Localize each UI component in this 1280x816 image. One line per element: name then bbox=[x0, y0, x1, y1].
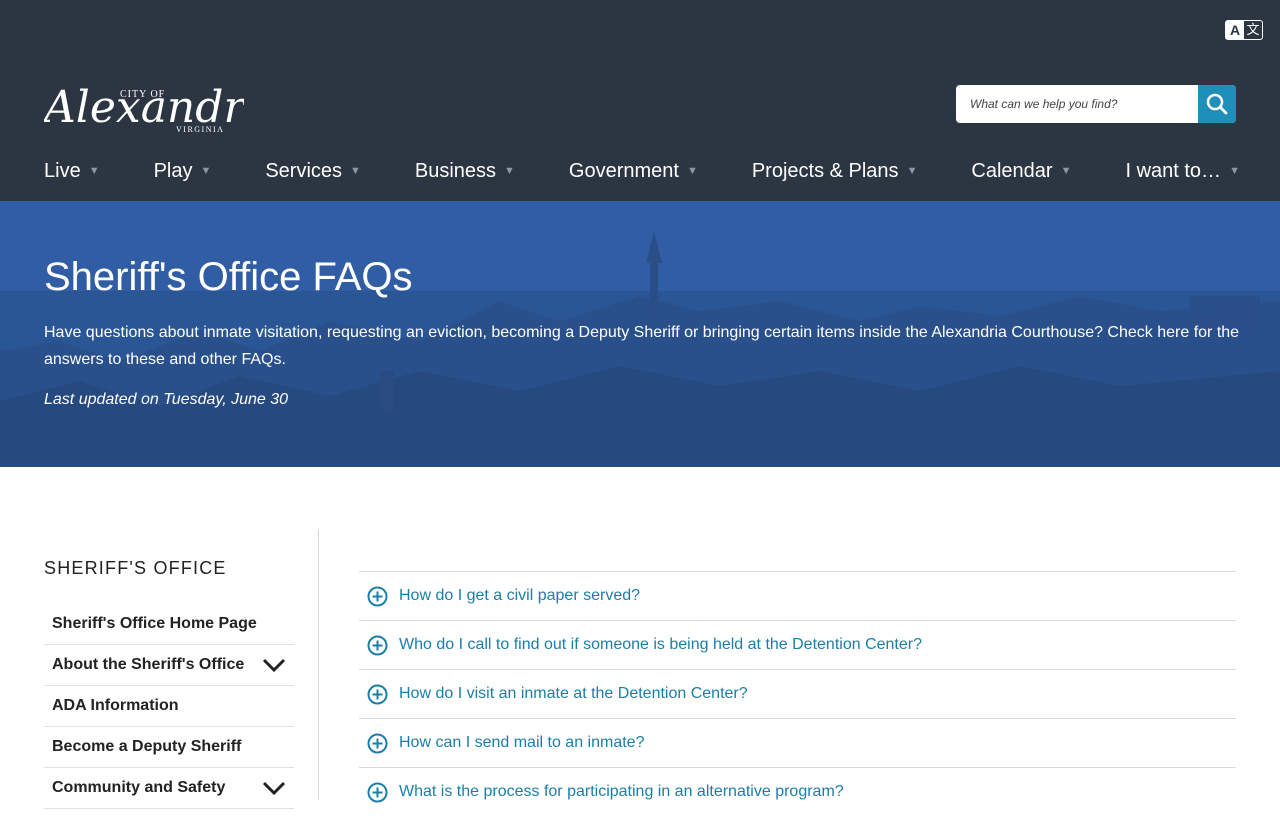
nav-item-business[interactable]: Business ▼ bbox=[415, 156, 515, 186]
faq-item[interactable]: Who do I call to find out if someone is … bbox=[359, 620, 1236, 669]
sidebar-item-about[interactable]: About the Sheriff's Office bbox=[44, 645, 294, 686]
expand-plus-icon bbox=[367, 684, 388, 704]
nav-item-calendar[interactable]: Calendar ▼ bbox=[971, 156, 1071, 186]
sidebar-item-deputy[interactable]: Become a Deputy Sheriff bbox=[44, 727, 294, 768]
search-input[interactable] bbox=[956, 85, 1196, 123]
faq-item[interactable]: How do I get a civil paper served? bbox=[359, 571, 1236, 620]
expand-plus-icon bbox=[367, 586, 388, 606]
search-button[interactable] bbox=[1198, 85, 1236, 123]
caret-down-icon: ▼ bbox=[906, 165, 918, 177]
nav-item-projects-plans[interactable]: Projects & Plans ▼ bbox=[752, 156, 918, 186]
nav-item-government[interactable]: Government ▼ bbox=[569, 156, 698, 186]
site-search bbox=[956, 85, 1236, 123]
caret-down-icon: ▼ bbox=[1229, 165, 1240, 177]
expand-plus-icon bbox=[367, 635, 388, 655]
nav-item-play[interactable]: Play ▼ bbox=[154, 156, 212, 186]
sidebar-item-ada[interactable]: ADA Information bbox=[44, 686, 294, 727]
caret-down-icon: ▼ bbox=[350, 165, 361, 177]
faq-question: Who do I call to find out if someone is … bbox=[399, 636, 922, 653]
faq-accordion: How do I get a civil paper served? Who d… bbox=[359, 571, 1236, 816]
faq-item[interactable]: What is the process for participating in… bbox=[359, 767, 1236, 816]
hero-banner: Sheriff's Office FAQs Have questions abo… bbox=[0, 201, 1280, 467]
sidebar-heading: SHERIFF'S OFFICE bbox=[44, 558, 227, 578]
nav-item-services[interactable]: Services ▼ bbox=[265, 156, 361, 186]
sidebar-item-home[interactable]: Sheriff's Office Home Page bbox=[44, 604, 294, 645]
expand-plus-icon bbox=[367, 733, 388, 753]
section-sidebar: SHERIFF'S OFFICE Sheriff's Office Home P… bbox=[44, 530, 319, 809]
translate-icon[interactable]: A 文 bbox=[1225, 20, 1263, 40]
faq-question: How do I visit an inmate at the Detentio… bbox=[399, 685, 748, 702]
site-header: A 文 CITY OF Alexandria VIRGINIA Live▼ Pl… bbox=[0, 0, 1280, 201]
sidebar-menu: Sheriff's Office Home Page About the She… bbox=[44, 604, 294, 809]
page-title: Sheriff's Office FAQs bbox=[44, 255, 413, 299]
svg-text:VIRGINIA: VIRGINIA bbox=[176, 125, 224, 134]
city-logo-mark: CITY OF Alexandria VIRGINIA bbox=[40, 82, 285, 134]
search-icon bbox=[1206, 93, 1228, 115]
faq-item[interactable]: How do I visit an inmate at the Detentio… bbox=[359, 669, 1236, 718]
last-updated: Last updated on Tuesday, June 30 bbox=[44, 391, 289, 408]
caret-down-icon: ▼ bbox=[200, 165, 212, 177]
main-nav: Live ▼ Play ▼ Services ▼ Business ▼ Governme… bbox=[44, 156, 1240, 186]
chevron-down-icon[interactable] bbox=[262, 657, 286, 673]
chevron-down-icon[interactable] bbox=[262, 780, 286, 796]
page-description: Have questions about inmate visitation, … bbox=[44, 324, 1240, 368]
faq-question: What is the process for participating in… bbox=[399, 783, 844, 800]
caret-down-icon: ▼ bbox=[686, 165, 698, 177]
nav-item-live[interactable]: Live ▼ bbox=[44, 156, 100, 186]
sidebar-divider bbox=[318, 530, 319, 800]
faq-question: How do I get a civil paper served? bbox=[399, 587, 641, 604]
sidebar-item-community[interactable]: Community and Safety bbox=[44, 768, 294, 809]
faq-item[interactable]: How can I send mail to an inmate? bbox=[359, 718, 1236, 767]
city-logo[interactable]: CITY OF Alexandria VIRGINIA bbox=[40, 68, 285, 140]
caret-down-icon: ▼ bbox=[1060, 165, 1072, 177]
nav-item-i-want-to[interactable]: I want to… ▼ bbox=[1125, 156, 1240, 186]
caret-down-icon: ▼ bbox=[88, 165, 100, 177]
faq-question: How can I send mail to an inmate? bbox=[399, 734, 645, 751]
expand-plus-icon bbox=[367, 782, 388, 802]
caret-down-icon: ▼ bbox=[504, 165, 515, 177]
